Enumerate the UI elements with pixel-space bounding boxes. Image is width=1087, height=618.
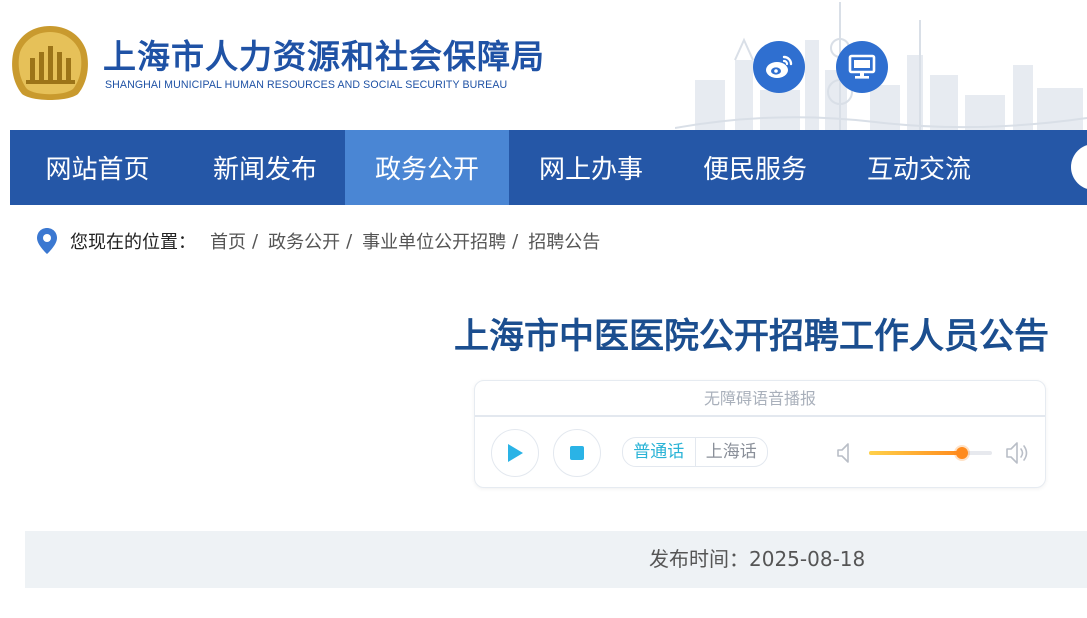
nav-item-news[interactable]: 新闻发布: [185, 130, 345, 205]
site-subtitle: SHANGHAI MUNICIPAL HUMAN RESOURCES AND S…: [105, 79, 508, 91]
location-pin-icon: [37, 228, 57, 254]
nav-item-online-services[interactable]: 网上办事: [509, 130, 673, 205]
weibo-icon: [766, 55, 793, 78]
volume-slider-fill: [869, 451, 963, 455]
breadcrumb-link-government-affairs[interactable]: 政务公开: [268, 228, 340, 254]
desktop-monitor-icon: [848, 54, 876, 79]
nav-item-home[interactable]: 网站首页: [10, 130, 185, 205]
publish-info-bar: 发布时间：2025-08-18: [25, 531, 1087, 588]
breadcrumb-link-recruitment[interactable]: 事业单位公开招聘: [362, 228, 506, 254]
nav-item-public-services[interactable]: 便民服务: [673, 130, 837, 205]
nav-item-government-affairs[interactable]: 政务公开: [345, 130, 509, 205]
breadcrumb-lead: 您现在的位置：: [70, 232, 196, 253]
publish-time: 发布时间：2025-08-18: [649, 531, 865, 588]
breadcrumb-separator: /: [346, 230, 353, 252]
nav-search-button[interactable]: [1071, 144, 1087, 190]
player-title: 无障碍语音播报: [475, 381, 1045, 417]
stop-button[interactable]: [553, 429, 601, 477]
bureau-emblem-icon: [12, 26, 88, 100]
dialect-mandarin-option[interactable]: 普通话: [623, 438, 696, 466]
stop-icon: [570, 446, 584, 460]
site-title: 上海市人力资源和社会保障局: [103, 37, 545, 76]
volume-slider[interactable]: [869, 447, 992, 459]
nav-item-interaction[interactable]: 互动交流: [837, 130, 1001, 205]
accessibility-audio-player: 无障碍语音播报 普通话 上海话: [474, 380, 1046, 488]
play-button[interactable]: [491, 429, 539, 477]
article-title: 上海市中医医院公开招聘工作人员公告: [454, 317, 1050, 357]
dialect-switch: 普通话 上海话: [622, 437, 768, 467]
main-nav: 网站首页 新闻发布 政务公开 网上办事 便民服务 互动交流: [10, 130, 1087, 205]
breadcrumb-link-home[interactable]: 首页: [210, 228, 246, 254]
breadcrumb-separator: /: [252, 230, 259, 252]
weibo-button[interactable]: [753, 41, 805, 93]
breadcrumb: 您现在的位置： 首页 / 政务公开 / 事业单位公开招聘 / 招聘公告: [36, 226, 600, 256]
volume-high-icon: [1006, 442, 1028, 464]
publish-date: 2025-08-18: [749, 547, 866, 571]
play-icon: [508, 444, 523, 462]
site-header: 上海市人力资源和社会保障局 SHANGHAI MUNICIPAL HUMAN R…: [0, 0, 1087, 130]
desktop-version-button[interactable]: [836, 41, 888, 93]
breadcrumb-link-announcement[interactable]: 招聘公告: [528, 228, 600, 254]
volume-low-icon: [837, 443, 849, 463]
dialect-shanghainese-option[interactable]: 上海话: [696, 438, 768, 466]
volume-slider-handle[interactable]: [956, 447, 969, 459]
publish-time-label: 发布时间：: [649, 547, 749, 571]
breadcrumb-separator: /: [512, 230, 519, 252]
